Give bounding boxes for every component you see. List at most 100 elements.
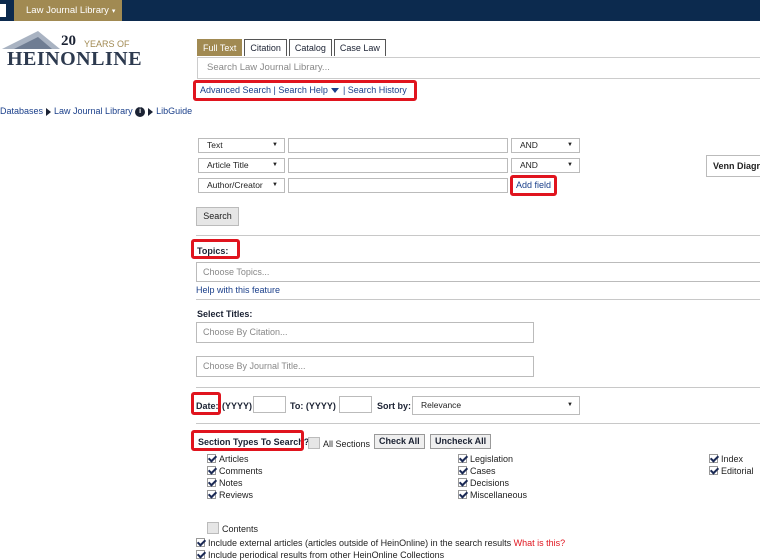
checkbox-checked[interactable] bbox=[709, 466, 718, 475]
field-select-value: Text bbox=[207, 140, 223, 150]
search-tabs: Full Text Citation Catalog Case Law bbox=[197, 39, 388, 56]
section-label: Miscellaneous bbox=[470, 490, 528, 500]
library-menu-tab[interactable]: Law Journal Library ▾ bbox=[14, 0, 122, 21]
divider bbox=[196, 423, 760, 424]
date-from-format: (YYYY) bbox=[222, 401, 253, 411]
field-select-3[interactable]: Author/Creator ▼ bbox=[198, 178, 285, 193]
section-option-contents[interactable]: Contents bbox=[207, 522, 259, 534]
section-option-legislation[interactable]: Legislation bbox=[458, 454, 513, 465]
checkbox-checked[interactable] bbox=[196, 538, 205, 547]
venn-diagram-button[interactable]: Venn Diagram bbox=[706, 155, 760, 177]
checkbox-checked[interactable] bbox=[458, 478, 467, 487]
what-is-this-link[interactable]: What is this? bbox=[514, 538, 566, 548]
all-sections-label: All Sections bbox=[323, 439, 371, 449]
tab-catalog[interactable]: Catalog bbox=[288, 39, 332, 56]
main-search-input[interactable]: Search Law Journal Library... bbox=[197, 57, 760, 79]
checkbox-checked[interactable] bbox=[196, 550, 205, 559]
field-select-2[interactable]: Article Title ▼ bbox=[198, 158, 285, 173]
dropdown-arrow-icon: ▼ bbox=[567, 162, 573, 168]
check-all-button[interactable]: Check All bbox=[374, 434, 425, 449]
dropdown-arrow-icon: ▼ bbox=[567, 142, 573, 148]
home-icon[interactable] bbox=[0, 4, 6, 17]
section-label: Editorial bbox=[721, 466, 754, 476]
section-option-editorial[interactable]: Editorial bbox=[709, 466, 754, 477]
dropdown-arrow-icon: ▼ bbox=[272, 162, 278, 168]
section-label: Articles bbox=[219, 454, 249, 464]
include-external-label: Include external articles (articles outs… bbox=[208, 538, 512, 548]
library-tab-label: Law Journal Library bbox=[26, 5, 109, 16]
checkbox-checked[interactable] bbox=[207, 478, 216, 487]
highlight-box-search-links bbox=[193, 80, 417, 101]
tab-case-law[interactable]: Case Law bbox=[333, 39, 386, 56]
chevron-right-icon bbox=[46, 107, 52, 116]
operator-value: AND bbox=[520, 160, 538, 170]
tab-full-text[interactable]: Full Text bbox=[197, 39, 243, 56]
pediment-logo-icon bbox=[2, 31, 60, 49]
divider bbox=[196, 387, 760, 388]
section-label: Cases bbox=[470, 466, 496, 476]
topics-help-link[interactable]: Help with this feature bbox=[196, 285, 280, 295]
date-to-input[interactable] bbox=[339, 396, 372, 413]
date-from-input[interactable] bbox=[253, 396, 286, 413]
breadcrumb-databases[interactable]: Databases bbox=[0, 106, 43, 116]
checkbox-checked[interactable] bbox=[207, 466, 216, 475]
sort-by-label: Sort by: bbox=[377, 401, 412, 411]
all-sections-toggle[interactable]: All Sections bbox=[308, 437, 371, 449]
field-input-1[interactable] bbox=[288, 138, 508, 153]
checkbox-checked[interactable] bbox=[207, 454, 216, 463]
uncheck-all-button[interactable]: Uncheck All bbox=[430, 434, 492, 449]
section-label: Reviews bbox=[219, 490, 254, 500]
section-option-miscellaneous[interactable]: Miscellaneous bbox=[458, 490, 527, 501]
section-label: Decisions bbox=[470, 478, 510, 488]
sort-by-select[interactable]: Relevance ▼ bbox=[412, 396, 580, 415]
section-label: Index bbox=[721, 454, 744, 464]
include-external-option[interactable]: Include external articles (articles outs… bbox=[196, 538, 565, 549]
operator-select-2[interactable]: AND ▼ bbox=[511, 158, 580, 173]
section-label: Comments bbox=[219, 466, 263, 476]
topics-input[interactable]: Choose Topics... bbox=[196, 262, 760, 282]
field-select-1[interactable]: Text ▼ bbox=[198, 138, 285, 153]
section-label: Legislation bbox=[470, 454, 514, 464]
checkbox-unchecked[interactable] bbox=[207, 522, 219, 534]
brand-name: HEINONLINE bbox=[7, 48, 143, 70]
field-input-2[interactable] bbox=[288, 158, 508, 173]
dropdown-arrow-icon: ▼ bbox=[272, 142, 278, 148]
citation-input[interactable]: Choose By Citation... bbox=[196, 322, 534, 343]
section-option-articles[interactable]: Articles bbox=[207, 454, 249, 465]
info-icon[interactable]: i bbox=[135, 106, 146, 117]
breadcrumb-libguide[interactable]: LibGuide bbox=[156, 106, 192, 116]
checkbox-checked[interactable] bbox=[709, 454, 718, 463]
tab-citation[interactable]: Citation bbox=[244, 39, 287, 56]
include-periodical-option[interactable]: Include periodical results from other He… bbox=[196, 550, 444, 560]
dropdown-arrow-icon: ▼ bbox=[272, 182, 278, 188]
sort-by-value: Relevance bbox=[421, 400, 462, 410]
checkbox-checked[interactable] bbox=[207, 490, 216, 499]
section-option-reviews[interactable]: Reviews bbox=[207, 490, 253, 501]
operator-select-1[interactable]: AND ▼ bbox=[511, 138, 580, 153]
section-option-comments[interactable]: Comments bbox=[207, 466, 263, 477]
divider bbox=[196, 235, 760, 236]
operator-value: AND bbox=[520, 140, 538, 150]
section-option-index[interactable]: Index bbox=[709, 454, 743, 465]
field-input-3[interactable] bbox=[288, 178, 508, 193]
section-option-cases[interactable]: Cases bbox=[458, 466, 496, 477]
field-select-value: Article Title bbox=[207, 160, 249, 170]
highlight-box-add-field bbox=[510, 175, 557, 196]
caret-down-icon: ▾ bbox=[111, 8, 116, 15]
checkbox-checked[interactable] bbox=[458, 454, 467, 463]
section-option-decisions[interactable]: Decisions bbox=[458, 478, 509, 489]
journal-title-input[interactable]: Choose By Journal Title... bbox=[196, 356, 534, 377]
select-titles-label: Select Titles: bbox=[197, 309, 253, 319]
checkbox-checked[interactable] bbox=[458, 490, 467, 499]
all-sections-checkbox[interactable] bbox=[308, 437, 320, 449]
highlight-box-date bbox=[191, 392, 221, 415]
checkbox-checked[interactable] bbox=[458, 466, 467, 475]
breadcrumb-library[interactable]: Law Journal Library bbox=[54, 106, 133, 116]
section-label: Notes bbox=[219, 478, 243, 488]
search-button[interactable]: Search bbox=[196, 207, 239, 226]
heinonline-logo[interactable]: 20 YEARS OF HEINONLINE bbox=[0, 30, 170, 78]
section-option-notes[interactable]: Notes bbox=[207, 478, 243, 489]
section-label: Contents bbox=[222, 524, 259, 534]
breadcrumb: Databases Law Journal Library i LibGuide bbox=[0, 106, 192, 117]
divider bbox=[196, 299, 760, 300]
